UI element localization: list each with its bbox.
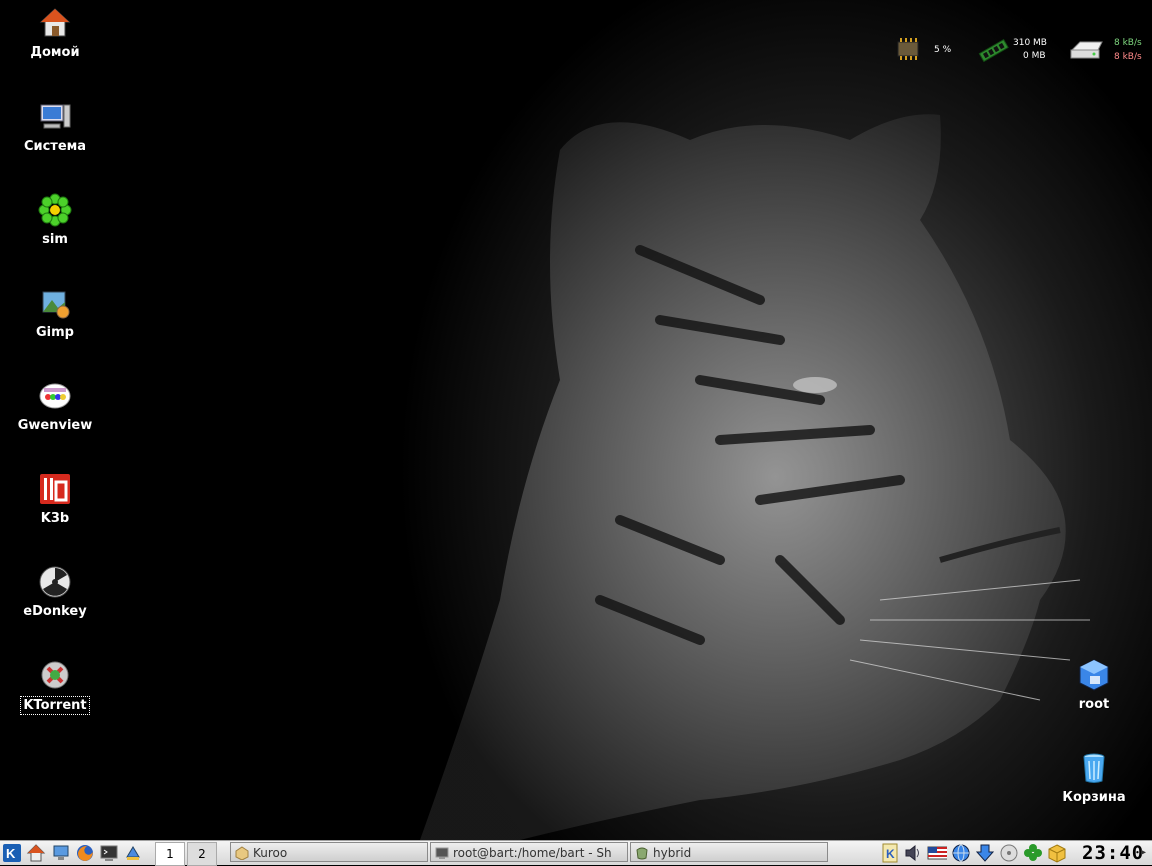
memory-used-text: 310 MB	[1013, 38, 1047, 48]
desktop-icon-label: Gwenview	[17, 418, 93, 433]
terminal-launcher-icon[interactable]	[99, 843, 119, 863]
pager-label: 2	[198, 847, 206, 861]
kuroo-launcher-icon[interactable]	[123, 843, 143, 863]
desktop-icon-gwenview[interactable]: Gwenview	[10, 379, 100, 434]
pager-desktop-1[interactable]: 1	[155, 842, 185, 866]
firefox-icon[interactable]	[75, 843, 95, 863]
klipper-icon[interactable]: K	[880, 843, 900, 863]
clover-icon[interactable]	[1023, 843, 1043, 863]
swap-used-text: 0 MB	[1023, 51, 1046, 61]
desktop-icon-k3b[interactable]: K3b	[10, 472, 100, 527]
desktop-icon-label: eDonkey	[23, 604, 87, 619]
hybrid-icon	[636, 847, 648, 860]
desktop-icon-edonkey[interactable]: eDonkey	[10, 565, 100, 620]
home-icon	[39, 8, 71, 37]
net-download-text: 8 kB/s	[1114, 38, 1142, 48]
desktop-icon-root[interactable]: root	[1049, 658, 1139, 713]
computer-icon	[40, 104, 71, 129]
gimp-icon	[42, 291, 70, 319]
pager-label: 1	[166, 847, 174, 861]
task-label: root@bart:/home/bart - Sh	[453, 846, 612, 860]
svg-text:K: K	[886, 847, 895, 861]
desktop-icon-label: Корзина	[1062, 790, 1126, 805]
download-arrow-icon[interactable]	[975, 843, 995, 863]
desktop-icon-gimp[interactable]: Gimp	[10, 286, 100, 341]
svg-text:K: K	[6, 846, 16, 861]
desktop-icon-system[interactable]: Система	[10, 100, 100, 155]
task-terminal[interactable]: root@bart:/home/bart - Sh	[430, 842, 628, 862]
network-icon[interactable]	[51, 843, 71, 863]
desktop-wallpaper	[0, 0, 1152, 840]
ram-module-icon	[978, 38, 1009, 63]
desktop-icon-label: sim	[42, 232, 68, 247]
cpu-chip-icon	[897, 38, 919, 60]
task-kuroo[interactable]: Kuroo	[230, 842, 428, 862]
terminal-icon	[435, 847, 449, 859]
task-label: hybrid	[653, 846, 692, 860]
desktop-icon-ktorrent[interactable]: KTorrent	[10, 658, 100, 715]
root-cube-icon	[1079, 659, 1109, 691]
net-upload-text: 8 kB/s	[1114, 52, 1142, 62]
tiger-wallpaper-art	[420, 114, 1090, 840]
home-folder-icon[interactable]	[26, 843, 46, 863]
hard-drive-icon	[1070, 41, 1103, 59]
clock[interactable]: 23:40	[1082, 841, 1143, 865]
trash-icon	[1083, 753, 1105, 783]
package-box-icon[interactable]	[1047, 843, 1067, 863]
keyboard-layout-flag-icon[interactable]	[927, 843, 947, 863]
taskbar: K 1 2 Kuroo root@bart:/home/bart - Sh hy…	[0, 840, 1152, 866]
disk-icon[interactable]	[999, 843, 1019, 863]
task-label: Kuroo	[253, 846, 288, 860]
ktorrent-icon	[41, 661, 69, 689]
desktop-icon-trash[interactable]: Корзина	[1049, 751, 1139, 806]
cpu-usage-text: 5 %	[934, 45, 952, 55]
desktop-icon-home[interactable]: Домой	[10, 6, 100, 61]
desktop-icon-label: KTorrent	[20, 696, 90, 715]
gwenview-icon	[39, 383, 71, 409]
volume-icon[interactable]	[903, 843, 923, 863]
desktop-icon-label: Домой	[30, 45, 80, 60]
network-globe-icon[interactable]	[951, 843, 971, 863]
edonkey-icon	[39, 566, 71, 598]
sim-icon	[38, 193, 72, 227]
taskbar-scroll-arrow[interactable]: ▸	[1141, 845, 1151, 861]
desktop-icon-label: root	[1078, 697, 1110, 712]
desktop-icon-label: Gimp	[36, 325, 74, 340]
kde-menu-icon[interactable]: K	[2, 843, 22, 863]
task-hybrid[interactable]: hybrid	[630, 842, 828, 862]
desktop-icon-label: K3b	[40, 511, 70, 526]
desktop-icon-label: Система	[23, 139, 87, 154]
pager-desktop-2[interactable]: 2	[187, 842, 217, 866]
kuroo-icon	[235, 846, 249, 860]
k3b-icon	[40, 474, 70, 504]
desktop-icon-sim[interactable]: sim	[10, 193, 100, 248]
